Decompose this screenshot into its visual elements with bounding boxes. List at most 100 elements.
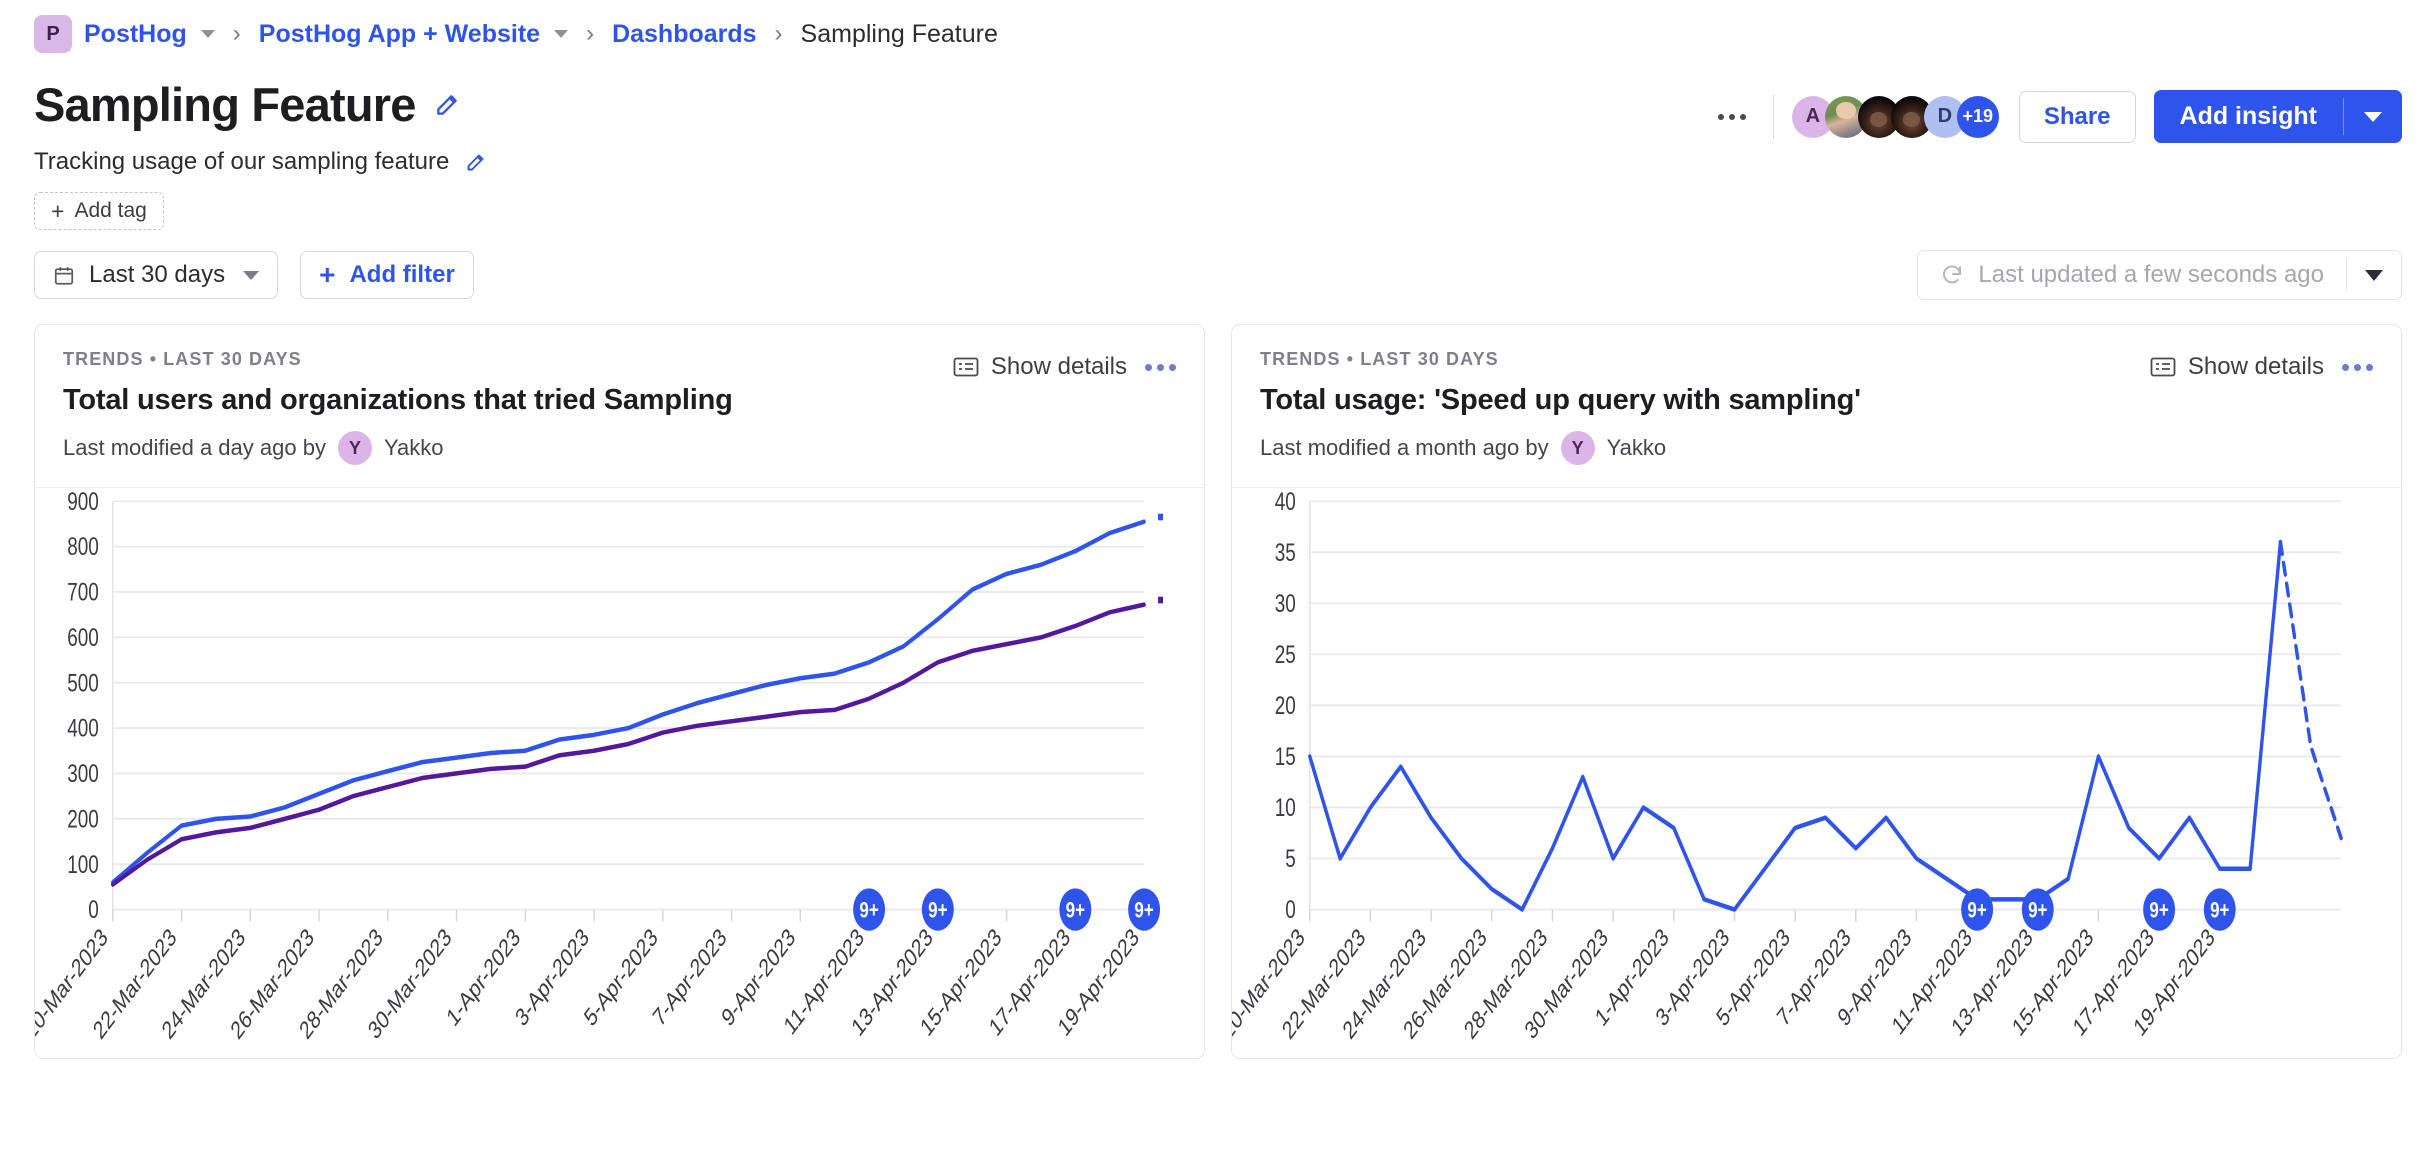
svg-text:900: 900 xyxy=(67,488,99,516)
dashboard-filter-bar: Last 30 days + Add filter Last updated a… xyxy=(0,230,2436,300)
insight-title[interactable]: Total usage: 'Speed up query with sampli… xyxy=(1260,384,1861,417)
insight-author-name: Yakko xyxy=(384,435,444,461)
show-details-label: Show details xyxy=(2188,353,2324,381)
svg-text:40: 40 xyxy=(1275,488,1296,516)
add-filter-button[interactable]: + Add filter xyxy=(300,251,474,299)
page-header-actions: A D +19 Share Add insight xyxy=(1709,78,2402,143)
svg-text:7-Apr-2023: 7-Apr-2023 xyxy=(649,923,731,1032)
chevron-down-icon[interactable] xyxy=(201,30,215,38)
insight-last-modified: Last modified a day ago by Y Yakko xyxy=(63,431,733,465)
chevron-down-icon xyxy=(243,271,259,280)
last-updated-label: Last updated a few seconds ago xyxy=(1978,261,2324,289)
svg-text:9+: 9+ xyxy=(928,898,947,923)
insight-card[interactable]: TRENDS • LAST 30 DAYS Total users and or… xyxy=(34,324,1205,1059)
insight-card[interactable]: TRENDS • LAST 30 DAYS Total usage: 'Spee… xyxy=(1231,324,2402,1059)
svg-text:25: 25 xyxy=(1275,640,1296,668)
svg-text:700: 700 xyxy=(67,578,99,606)
breadcrumb-project-label[interactable]: PostHog App + Website xyxy=(259,20,540,49)
svg-text:30: 30 xyxy=(1275,589,1296,617)
svg-text:1-Apr-2023: 1-Apr-2023 xyxy=(442,923,524,1032)
plus-icon: + xyxy=(319,261,335,289)
insight-card-header-actions: Show details xyxy=(953,349,1176,381)
breadcrumb-separator: › xyxy=(775,20,783,48)
dashboard-more-menu-icon[interactable] xyxy=(1709,97,1755,137)
svg-text:20: 20 xyxy=(1275,691,1296,719)
page-header-left: Sampling Feature Tracking usage of our s… xyxy=(34,78,486,230)
svg-text:3-Apr-2023: 3-Apr-2023 xyxy=(511,923,593,1032)
edit-title-pencil-icon[interactable] xyxy=(434,92,460,118)
svg-text:5-Apr-2023: 5-Apr-2023 xyxy=(580,923,662,1032)
date-range-label: Last 30 days xyxy=(89,261,225,289)
insight-last-modified: Last modified a month ago by Y Yakko xyxy=(1260,431,1861,465)
dashboard-insight-grid: TRENDS • LAST 30 DAYS Total users and or… xyxy=(0,300,2436,1059)
insight-title[interactable]: Total users and organizations that tried… xyxy=(63,384,733,417)
insight-last-modified-text: Last modified a day ago by xyxy=(63,435,326,461)
avatar-overflow-count[interactable]: +19 xyxy=(1957,96,1999,138)
add-insight-button[interactable]: Add insight xyxy=(2154,90,2343,143)
svg-text:9+: 9+ xyxy=(1134,898,1153,923)
date-range-selector[interactable]: Last 30 days xyxy=(34,251,278,299)
breadcrumb-org-label[interactable]: PostHog xyxy=(84,20,187,49)
insight-chart-1[interactable]: 010020030040050060070080090020-Mar-20232… xyxy=(35,488,1204,1058)
avatar: Y xyxy=(338,431,372,465)
breadcrumb-separator: › xyxy=(586,20,594,48)
details-list-icon xyxy=(2150,356,2176,378)
svg-text:500: 500 xyxy=(67,669,99,697)
show-details-label: Show details xyxy=(991,353,1127,381)
breadcrumb-org[interactable]: P PostHog xyxy=(34,15,215,53)
chevron-down-icon xyxy=(2364,112,2382,122)
refresh-dropdown-button[interactable] xyxy=(2347,251,2401,299)
breadcrumb-separator: › xyxy=(233,20,241,48)
add-insight-dropdown-button[interactable] xyxy=(2344,90,2402,143)
svg-text:9+: 9+ xyxy=(2149,898,2168,923)
svg-text:10: 10 xyxy=(1275,794,1296,822)
insight-more-menu-icon[interactable] xyxy=(1145,364,1176,371)
insight-more-menu-icon[interactable] xyxy=(2342,364,2373,371)
insight-card-header: TRENDS • LAST 30 DAYS Total users and or… xyxy=(35,325,1204,465)
svg-text:300: 300 xyxy=(67,760,99,788)
page-description: Tracking usage of our sampling feature xyxy=(34,148,449,176)
plus-icon: + xyxy=(51,200,64,223)
add-filter-label: Add filter xyxy=(349,261,454,289)
svg-text:5: 5 xyxy=(1285,845,1296,873)
refresh-icon xyxy=(1940,263,1964,287)
svg-text:800: 800 xyxy=(67,533,99,561)
breadcrumb-current: Sampling Feature xyxy=(801,20,998,49)
show-details-button[interactable]: Show details xyxy=(2150,353,2324,381)
svg-text:400: 400 xyxy=(67,714,99,742)
refresh-button[interactable]: Last updated a few seconds ago xyxy=(1918,251,2346,299)
insight-chart-2[interactable]: 051015202530354020-Mar-202322-Mar-202324… xyxy=(1232,488,2401,1058)
details-list-icon xyxy=(953,356,979,378)
insight-card-header: TRENDS • LAST 30 DAYS Total usage: 'Spee… xyxy=(1232,325,2401,465)
filter-controls: Last 30 days + Add filter xyxy=(34,251,474,299)
add-tag-label: Add tag xyxy=(74,199,146,223)
insight-meta: TRENDS • LAST 30 DAYS xyxy=(1260,349,1861,370)
add-insight-button-group[interactable]: Add insight xyxy=(2154,90,2402,143)
add-tag-button[interactable]: + Add tag xyxy=(34,192,164,230)
collaborator-avatars[interactable]: A D +19 xyxy=(1792,96,1999,138)
svg-text:9+: 9+ xyxy=(859,898,878,923)
svg-text:15: 15 xyxy=(1275,742,1296,770)
chevron-down-icon[interactable] xyxy=(554,30,568,38)
svg-text:9+: 9+ xyxy=(1967,898,1986,923)
page-title-line: Sampling Feature xyxy=(34,78,486,132)
insight-card-header-left: TRENDS • LAST 30 DAYS Total usage: 'Spee… xyxy=(1260,349,1861,465)
insight-author-name: Yakko xyxy=(1607,435,1667,461)
page-header: Sampling Feature Tracking usage of our s… xyxy=(0,68,2436,230)
insight-card-header-left: TRENDS • LAST 30 DAYS Total users and or… xyxy=(63,349,733,465)
svg-text:9+: 9+ xyxy=(2028,898,2047,923)
org-avatar: P xyxy=(34,15,72,53)
avatar: Y xyxy=(1561,431,1595,465)
show-details-button[interactable]: Show details xyxy=(953,353,1127,381)
breadcrumb-dashboards-link[interactable]: Dashboards xyxy=(612,20,756,49)
svg-text:200: 200 xyxy=(67,805,99,833)
svg-text:0: 0 xyxy=(88,896,99,924)
refresh-control[interactable]: Last updated a few seconds ago xyxy=(1917,250,2402,300)
chevron-down-icon xyxy=(2365,270,2383,281)
breadcrumb: P PostHog › PostHog App + Website › Dash… xyxy=(0,0,2436,68)
share-button[interactable]: Share xyxy=(2019,91,2136,143)
edit-description-pencil-icon[interactable] xyxy=(465,152,486,173)
svg-text:9+: 9+ xyxy=(2210,898,2229,923)
breadcrumb-project[interactable]: PostHog App + Website xyxy=(259,20,568,49)
divider xyxy=(1773,95,1774,139)
